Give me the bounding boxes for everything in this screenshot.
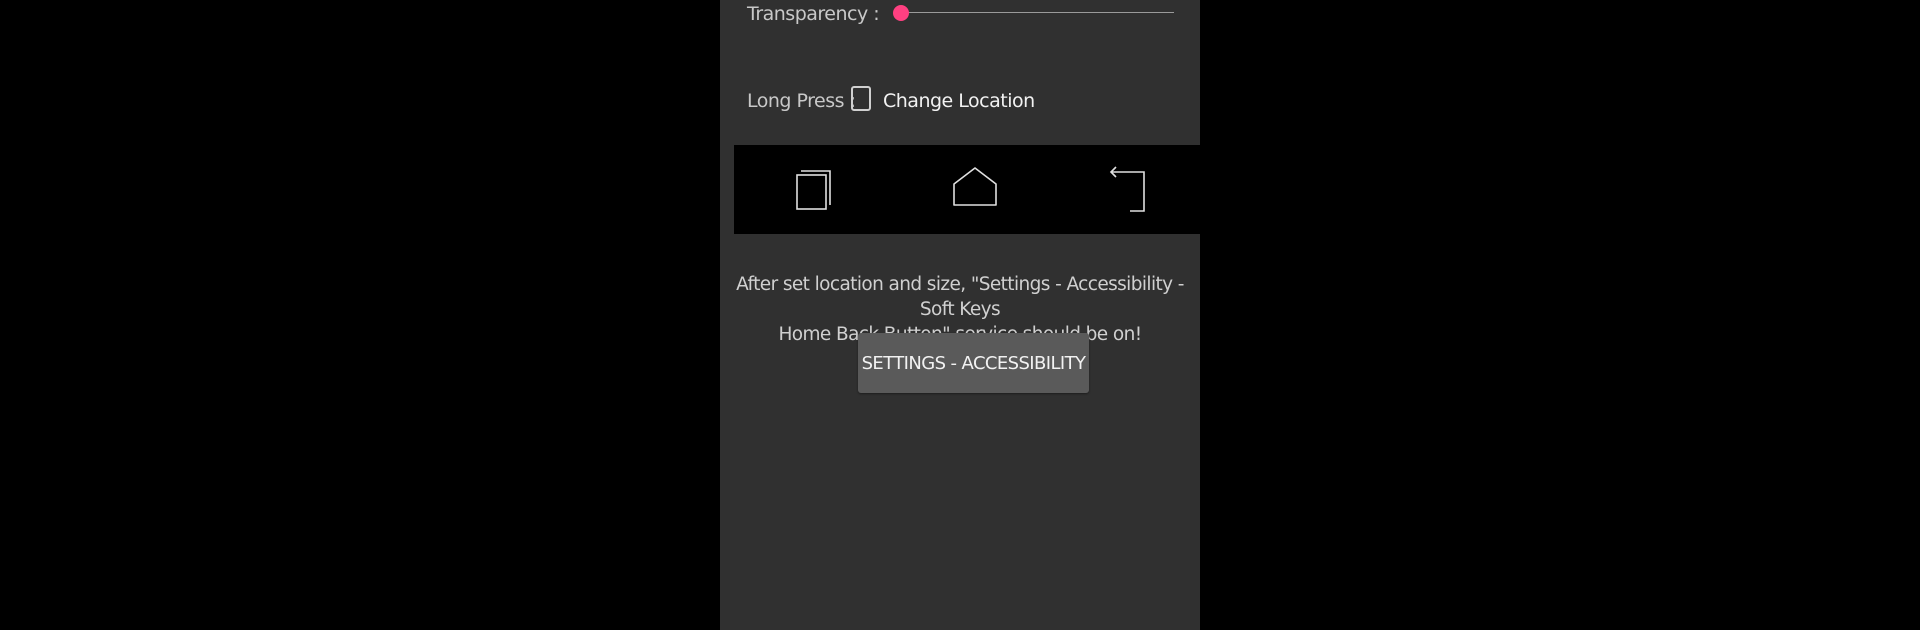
transparency-slider-thumb[interactable] — [893, 5, 909, 21]
change-location-checkbox[interactable] — [851, 86, 871, 111]
transparency-label: Transparency : — [747, 3, 880, 25]
recents-button[interactable] — [790, 163, 840, 213]
recents-icon — [796, 170, 831, 210]
change-location-label[interactable]: Change Location — [883, 90, 1035, 112]
back-button[interactable] — [1107, 163, 1157, 213]
long-press-row: Long Press : Change Location — [747, 84, 1187, 120]
app-screen: Transparency : Long Press : Change Locat… — [720, 0, 1200, 630]
home-button[interactable] — [950, 163, 1000, 213]
settings-accessibility-button[interactable]: SETTINGS - ACCESSIBILITY — [858, 333, 1089, 393]
soft-keys-preview-bar — [734, 145, 1200, 234]
transparency-row: Transparency : — [747, 0, 1187, 30]
home-icon — [953, 167, 997, 206]
long-press-label: Long Press : — [747, 90, 856, 112]
back-icon — [1109, 166, 1145, 212]
transparency-slider-track[interactable] — [901, 12, 1174, 13]
